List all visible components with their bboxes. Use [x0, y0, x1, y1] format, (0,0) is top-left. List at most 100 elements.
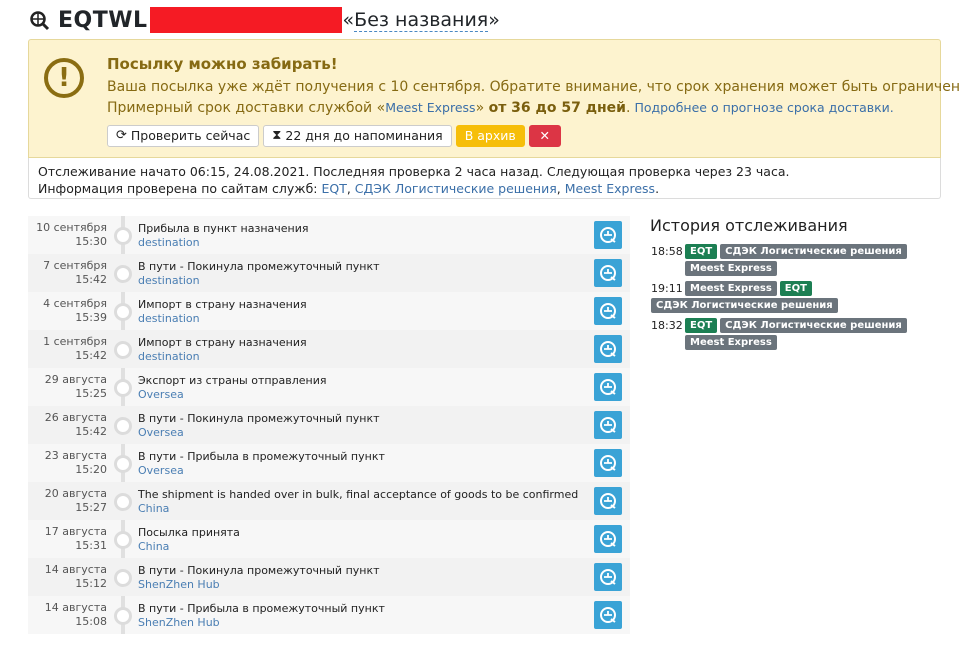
timeline-dot: [114, 531, 132, 549]
source-link-meest[interactable]: Meest Express: [565, 181, 655, 196]
history-time: 19:11: [651, 282, 683, 295]
eqt-service-icon[interactable]: [594, 411, 622, 439]
archive-button[interactable]: В архив: [455, 125, 525, 147]
history-time: 18:32: [651, 319, 683, 332]
timeline-event: 17 августа 15:31 Посылка принята China: [28, 520, 630, 558]
event-title: В пути - Покинула промежуточный пункт: [138, 412, 380, 425]
service-badge: EQT: [685, 244, 718, 259]
event-location: China: [138, 540, 170, 553]
refresh-icon: ⟳: [116, 128, 127, 143]
timeline-event: 1 сентября 15:42 Импорт в страну назначени…: [28, 330, 630, 368]
event-location: China: [138, 502, 170, 515]
eqt-service-icon[interactable]: [594, 487, 622, 515]
close-icon: ✕: [539, 128, 550, 143]
timeline-dot: [114, 303, 132, 321]
event-time: 15:25: [75, 387, 107, 400]
event-date: 29 августа: [44, 373, 107, 386]
service-badge: Meest Express: [685, 281, 777, 296]
timeline-dot: [114, 265, 132, 283]
event-title: Прибыла в пункт назначения: [138, 222, 309, 235]
event-title: В пути - Покинула промежуточный пункт: [138, 260, 380, 273]
service-link[interactable]: Meest Express: [385, 100, 475, 115]
timeline-event: 29 августа 15:25 Экспорт из страны отправл…: [28, 368, 630, 406]
event-date: 17 августа: [44, 525, 107, 538]
event-datetime: 23 августа 15:20: [45, 449, 107, 477]
source-link-cdek[interactable]: СДЭК Логистические решения: [355, 181, 557, 196]
event-date: 4 сентября: [43, 297, 107, 310]
event-time: 15:42: [75, 425, 107, 438]
event-location: destination: [138, 312, 200, 325]
timeline-dot: [114, 569, 132, 587]
tracking-info-line: Отслеживание начато 06:15, 24.08.2021. П…: [38, 164, 790, 179]
timeline-event: 23 августа 15:20 В пути - Прибыла в промеж…: [28, 444, 630, 482]
delivery-days: от 36 до 57 дней: [488, 100, 626, 116]
event-date: 14 августа: [44, 563, 107, 576]
service-badge: СДЭК Логистические решения: [720, 318, 907, 333]
service-badge: Meest Express: [685, 261, 777, 276]
eqt-service-icon[interactable]: [594, 221, 622, 249]
event-title: В пути - Покинула промежуточный пункт: [138, 564, 380, 577]
event-title: Посылка принята: [138, 526, 240, 539]
check-now-button[interactable]: ⟳ Проверить сейчас: [107, 125, 260, 147]
tracking-number: EQTWL: [58, 7, 148, 33]
timeline-dot: [114, 227, 132, 245]
event-location: Oversea: [138, 464, 184, 477]
eqt-service-icon[interactable]: [594, 601, 622, 629]
event-date: 14 августа: [44, 601, 107, 614]
tracking-timeline: 10 сентября 15:30 Прибыла в пункт назначен…: [28, 216, 630, 634]
history-time: 18:58: [651, 245, 683, 258]
service-badge: EQT: [779, 281, 812, 296]
timeline-dot: [114, 493, 132, 511]
timeline-dot: [114, 379, 132, 397]
event-time: 15:27: [75, 501, 107, 514]
eqt-service-icon[interactable]: [594, 259, 622, 287]
timeline-dot: [114, 607, 132, 625]
package-name-link[interactable]: Без названия: [354, 9, 489, 32]
event-location: Oversea: [138, 388, 184, 401]
history-row: 18:58 EQT СДЭК Логистические решения Meest …: [651, 243, 911, 277]
event-datetime: 7 сентября 15:42: [43, 259, 107, 287]
eqt-service-icon[interactable]: [594, 563, 622, 591]
timeline-event: 20 августа 15:27 The shipment is handed ov…: [28, 482, 630, 520]
eqt-service-icon[interactable]: [594, 373, 622, 401]
timeline-dot: [114, 455, 132, 473]
history-title: История отслеживания: [650, 216, 848, 235]
alert-delivery-estimate: Примерный срок доставки службой «Meest E…: [107, 100, 894, 116]
event-datetime: 14 августа 15:08: [45, 601, 107, 629]
event-location: ShenZhen Hub: [138, 616, 220, 629]
tracking-info: Отслеживание начато 06:15, 24.08.2021. П…: [28, 158, 941, 199]
service-badge: СДЭК Логистические решения: [720, 244, 907, 259]
package-search-icon: [30, 11, 50, 31]
reminder-button[interactable]: ⧗ 22 дня до напоминания: [263, 125, 452, 147]
event-date: 23 августа: [44, 449, 107, 462]
event-time: 15:39: [75, 311, 107, 324]
eqt-service-icon[interactable]: [594, 449, 622, 477]
event-datetime: 20 августа 15:27: [45, 487, 107, 515]
tracking-sources: Информация проверена по сайтам служб: EQ…: [38, 181, 660, 196]
event-title: The shipment is handed over in bulk, fin…: [138, 488, 579, 501]
alert-actions: ⟳ Проверить сейчас ⧗ 22 дня до напоминания…: [107, 125, 565, 147]
timeline-event: 4 сентября 15:39 Импорт в страну назначени…: [28, 292, 630, 330]
eqt-service-icon[interactable]: [594, 525, 622, 553]
event-location: destination: [138, 274, 200, 287]
page-header: EQTWL «Без названия»: [28, 6, 500, 34]
event-time: 15:20: [75, 463, 107, 476]
eqt-service-icon[interactable]: [594, 335, 622, 363]
event-location: destination: [138, 236, 200, 249]
tracking-history: 18:58 EQT СДЭК Логистические решения Meest …: [651, 243, 911, 354]
event-date: 7 сентября: [43, 259, 107, 272]
event-location: destination: [138, 350, 200, 363]
source-link-eqt[interactable]: EQT: [321, 181, 346, 196]
alert-message: Ваша посылка уже ждёт получения с 10 сен…: [107, 79, 959, 95]
event-date: 26 августа: [44, 411, 107, 424]
event-location: Oversea: [138, 426, 184, 439]
delete-button[interactable]: ✕: [528, 125, 561, 147]
event-title: В пути - Прибыла в промежуточный пункт: [138, 602, 385, 615]
event-time: 15:42: [75, 273, 107, 286]
event-datetime: 14 августа 15:12: [45, 563, 107, 591]
delivery-forecast-link[interactable]: Подробнее о прогнозе срока доставки.: [634, 100, 893, 115]
status-alert: ! Посылку можно забирать! Ваша посылка у…: [28, 39, 959, 158]
event-time: 15:12: [75, 577, 107, 590]
eqt-service-icon[interactable]: [594, 297, 622, 325]
package-name[interactable]: «Без названия»: [343, 9, 500, 32]
